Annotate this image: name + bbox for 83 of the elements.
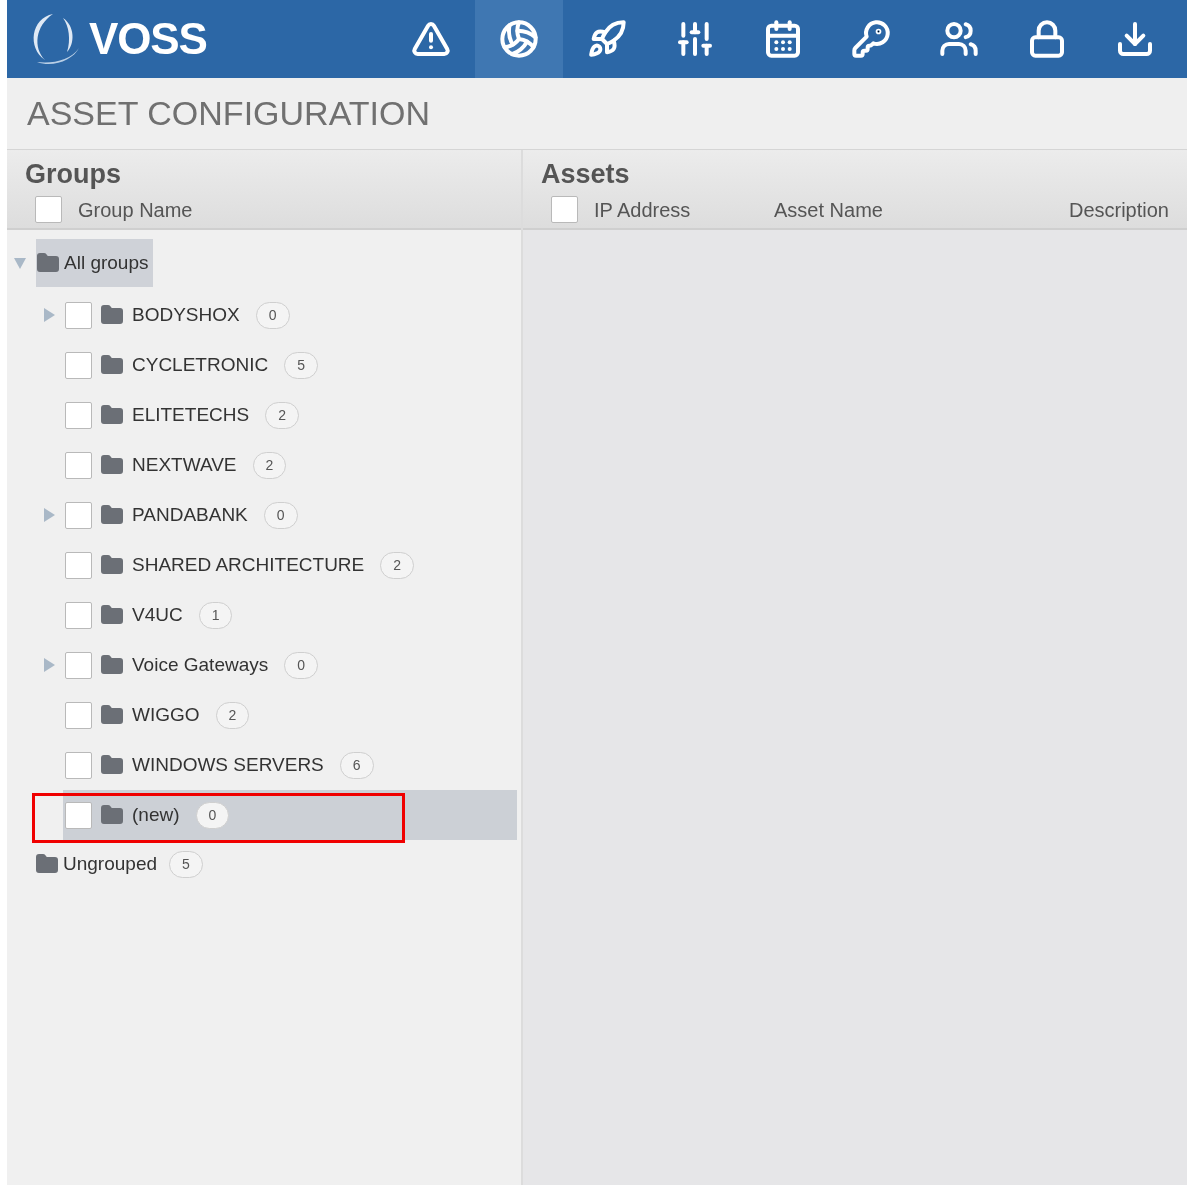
column-header[interactable]: Asset Name [774, 194, 974, 225]
group-name[interactable]: BODYSHOX [132, 300, 240, 330]
group-name[interactable]: CYCLETRONIC [132, 350, 269, 380]
group-name[interactable]: Ungrouped [63, 849, 158, 879]
panel-title: Groups [25, 158, 122, 191]
count-badge: 5 [284, 351, 318, 379]
checkbox[interactable] [551, 196, 578, 223]
lock-icon [1027, 19, 1067, 59]
count-badge: 2 [215, 701, 250, 729]
tree-row[interactable]: ELITETECHS 2 [7, 390, 517, 440]
checkbox[interactable] [65, 451, 92, 479]
checkbox[interactable] [65, 551, 92, 579]
folder-icon [100, 753, 124, 777]
folder-icon [100, 653, 124, 677]
group-name[interactable]: ELITETECHS [132, 400, 250, 430]
group-name[interactable]: SHARED ARCHITECTURE [132, 550, 365, 580]
tree-root[interactable]: All groups [36, 239, 153, 287]
sliders-icon [675, 19, 715, 59]
checkbox[interactable] [35, 196, 62, 223]
tree-row[interactable]: WINDOWS SERVERS 6 [7, 740, 517, 790]
calendar-icon [763, 19, 803, 59]
ball-icon [499, 19, 539, 59]
folder-icon [100, 603, 124, 627]
collapsed-arrow-icon[interactable] [43, 308, 55, 322]
key-icon [851, 19, 891, 59]
expanded-arrow-icon[interactable] [14, 256, 26, 270]
users-icon [939, 19, 979, 59]
collapsed-arrow-icon[interactable] [43, 508, 55, 522]
count-badge: 6 [339, 751, 374, 779]
folder-icon [100, 403, 124, 427]
tree-row[interactable]: PANDABANK 0 [7, 490, 517, 540]
folder-icon [36, 251, 60, 275]
tree-row[interactable]: Voice Gateways 0 [7, 640, 517, 690]
tree-row[interactable]: NEXTWAVE 2 [7, 440, 517, 490]
tree-row[interactable]: (new) 0 [7, 790, 517, 840]
count-badge: 1 [198, 601, 233, 629]
group-name[interactable]: NEXTWAVE [132, 450, 237, 480]
group-name[interactable]: PANDABANK [132, 500, 248, 530]
group-name[interactable]: V4UC [132, 600, 183, 630]
group-name[interactable]: WIGGO [132, 700, 200, 730]
folder-icon [100, 703, 124, 727]
count-badge: 2 [252, 451, 287, 479]
checkbox[interactable] [65, 301, 92, 329]
column-header[interactable]: Group Name [78, 194, 193, 225]
folder-icon [100, 553, 124, 577]
checkbox[interactable] [65, 751, 92, 779]
tree-row[interactable]: CYCLETRONIC 5 [7, 340, 517, 390]
folder-icon [35, 852, 59, 876]
tree-row[interactable]: SHARED ARCHITECTURE 2 [7, 540, 517, 590]
checkbox[interactable] [65, 351, 92, 379]
page-title: ASSET CONFIGURATION [27, 93, 430, 134]
count-badge: 0 [255, 301, 290, 329]
checkbox[interactable] [65, 701, 92, 729]
column-header[interactable]: Description [1068, 194, 1169, 225]
tree-row[interactable]: WIGGO 2 [7, 690, 517, 740]
group-name[interactable]: (new) [132, 800, 180, 830]
tree-row[interactable]: V4UC 1 [7, 590, 517, 640]
count-badge: 0 [263, 501, 298, 529]
download-icon [1115, 19, 1155, 59]
folder-icon [100, 503, 124, 527]
tree-row[interactable]: BODYSHOX 0 [7, 290, 517, 340]
rocket-icon [587, 19, 627, 59]
count-badge: 5 [169, 850, 203, 878]
folder-icon [100, 453, 124, 477]
checkbox[interactable] [65, 801, 92, 829]
checkbox[interactable] [65, 401, 92, 429]
count-badge: 2 [265, 401, 299, 429]
checkbox[interactable] [65, 651, 92, 679]
panel-title: Assets [541, 158, 631, 191]
warning-icon [411, 19, 451, 59]
count-badge: 2 [380, 551, 415, 579]
checkbox[interactable] [65, 501, 92, 529]
folder-icon [100, 353, 124, 377]
checkbox[interactable] [65, 601, 92, 629]
collapsed-arrow-icon[interactable] [43, 658, 55, 672]
column-header[interactable]: IP Address [594, 194, 774, 225]
group-name[interactable]: WINDOWS SERVERS [132, 750, 324, 780]
logo-text: VOSS [89, 13, 207, 65]
toolbar-button[interactable] [475, 0, 563, 78]
count-badge: 0 [284, 651, 319, 679]
folder-icon [100, 803, 124, 827]
group-name[interactable]: Voice Gateways [132, 650, 269, 680]
folder-icon [100, 303, 124, 327]
